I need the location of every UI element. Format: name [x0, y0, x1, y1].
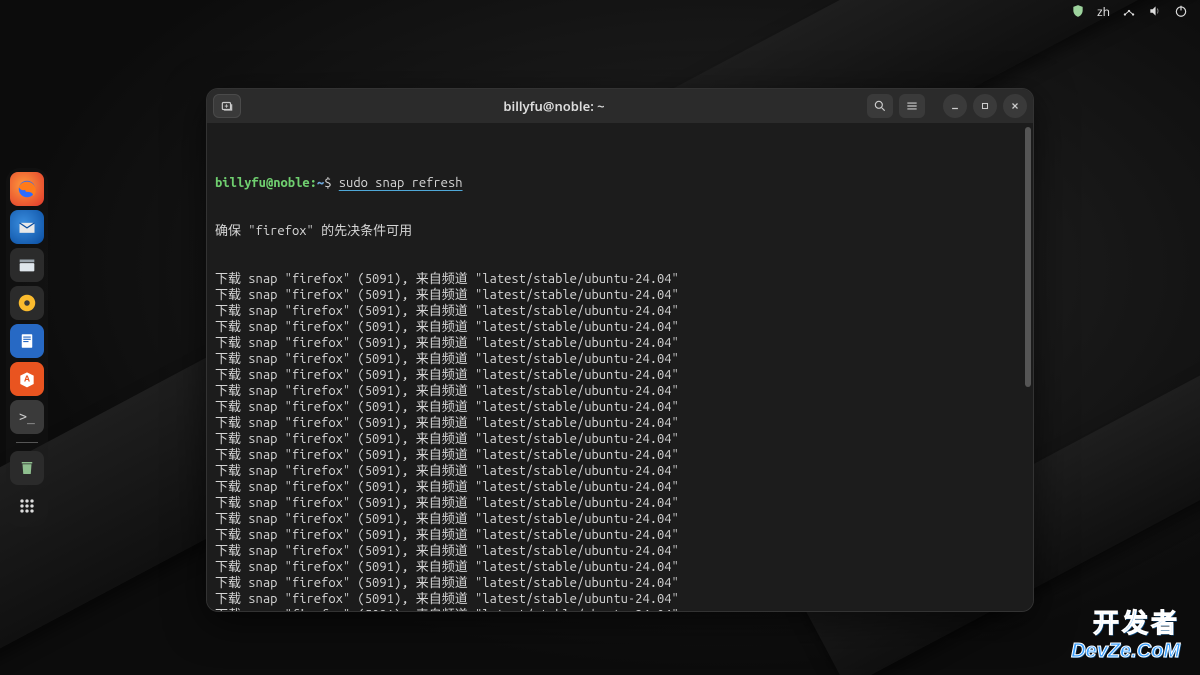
terminal-titlebar: billyfu@noble: ~ — [207, 89, 1033, 123]
power-icon[interactable] — [1174, 4, 1188, 18]
input-method-indicator[interactable]: zh — [1097, 3, 1110, 20]
minimize-button[interactable] — [943, 94, 967, 118]
maximize-button[interactable] — [973, 94, 997, 118]
download-line: 下载 snap "firefox" (5091), 来自频道 "latest/s… — [215, 575, 1025, 591]
dock-show-apps[interactable] — [10, 489, 44, 523]
download-line: 下载 snap "firefox" (5091), 来自频道 "latest/s… — [215, 287, 1025, 303]
dock-app-software[interactable]: A — [10, 362, 44, 396]
terminal-body[interactable]: billyfu@noble:~$ sudo snap refresh 确保 "f… — [207, 123, 1033, 611]
terminal-scrollbar[interactable] — [1025, 127, 1031, 387]
search-button[interactable] — [867, 94, 893, 118]
download-line: 下载 snap "firefox" (5091), 来自频道 "latest/s… — [215, 447, 1025, 463]
watermark-en: DevZe.CoM — [1071, 640, 1180, 663]
download-line: 下载 snap "firefox" (5091), 来自频道 "latest/s… — [215, 303, 1025, 319]
download-line: 下载 snap "firefox" (5091), 来自频道 "latest/s… — [215, 479, 1025, 495]
download-line: 下载 snap "firefox" (5091), 来自频道 "latest/s… — [215, 431, 1025, 447]
download-line: 下载 snap "firefox" (5091), 来自频道 "latest/s… — [215, 383, 1025, 399]
dock-app-terminal[interactable]: >_ — [10, 400, 44, 434]
dock-app-files[interactable] — [10, 248, 44, 282]
dock-app-firefox[interactable] — [10, 172, 44, 206]
shield-icon[interactable] — [1071, 4, 1085, 18]
new-tab-button[interactable] — [213, 94, 241, 118]
hamburger-menu-button[interactable] — [899, 94, 925, 118]
download-line: 下载 snap "firefox" (5091), 来自频道 "latest/s… — [215, 607, 1025, 611]
dock-app-thunderbird[interactable] — [10, 210, 44, 244]
download-line: 下载 snap "firefox" (5091), 来自频道 "latest/s… — [215, 543, 1025, 559]
download-line: 下载 snap "firefox" (5091), 来自频道 "latest/s… — [215, 399, 1025, 415]
volume-icon[interactable] — [1148, 4, 1162, 18]
svg-text:A: A — [24, 374, 30, 385]
terminal-title: billyfu@noble: ~ — [247, 97, 861, 115]
download-line: 下载 snap "firefox" (5091), 来自频道 "latest/s… — [215, 511, 1025, 527]
download-line: 下载 snap "firefox" (5091), 来自频道 "latest/s… — [215, 527, 1025, 543]
prompt-line: billyfu@noble:~$ sudo snap refresh — [215, 175, 1025, 191]
dock-app-rhythmbox[interactable] — [10, 286, 44, 320]
entered-command: sudo snap refresh — [339, 176, 463, 190]
download-line: 下载 snap "firefox" (5091), 来自频道 "latest/s… — [215, 463, 1025, 479]
download-line: 下载 snap "firefox" (5091), 来自频道 "latest/s… — [215, 351, 1025, 367]
download-line: 下载 snap "firefox" (5091), 来自频道 "latest/s… — [215, 559, 1025, 575]
download-line: 下载 snap "firefox" (5091), 来自频道 "latest/s… — [215, 367, 1025, 383]
download-line: 下载 snap "firefox" (5091), 来自频道 "latest/s… — [215, 271, 1025, 287]
download-line: 下载 snap "firefox" (5091), 来自频道 "latest/s… — [215, 591, 1025, 607]
ensure-line: 确保 "firefox" 的先决条件可用 — [215, 223, 1025, 239]
close-button[interactable] — [1003, 94, 1027, 118]
download-line: 下载 snap "firefox" (5091), 来自频道 "latest/s… — [215, 319, 1025, 335]
dock: A >_ — [6, 168, 48, 527]
dock-app-writer[interactable] — [10, 324, 44, 358]
dock-app-trash[interactable] — [10, 451, 44, 485]
terminal-window: billyfu@noble: ~ billyfu@noble:~$ sudo s… — [206, 88, 1034, 612]
top-bar: zh — [0, 0, 1200, 22]
download-line: 下载 snap "firefox" (5091), 来自频道 "latest/s… — [215, 335, 1025, 351]
network-icon[interactable] — [1122, 4, 1136, 18]
prompt-user: billyfu@noble — [215, 176, 310, 190]
download-line: 下载 snap "firefox" (5091), 来自频道 "latest/s… — [215, 495, 1025, 511]
watermark: 开发者 DevZe.CoM — [1071, 603, 1180, 663]
watermark-cn: 开发者 — [1071, 603, 1180, 640]
dock-separator — [16, 442, 38, 443]
download-line: 下载 snap "firefox" (5091), 来自频道 "latest/s… — [215, 415, 1025, 431]
